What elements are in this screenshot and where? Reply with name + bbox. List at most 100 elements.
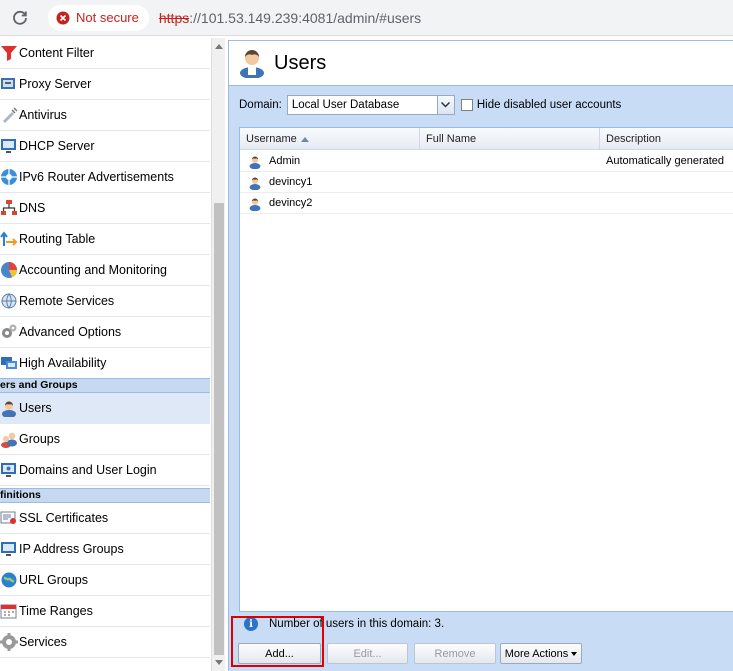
sidebar-item-label: DNS <box>19 201 46 215</box>
sidebar-item-label: IP Address Groups <box>19 542 124 556</box>
sidebar-item-label: Groups <box>19 432 60 446</box>
ip-group-icon <box>0 540 18 558</box>
sidebar-item-accounting-and-monitoring[interactable]: Accounting and Monitoring <box>0 255 210 286</box>
sidebar-item-label: IPv6 Router Advertisements <box>19 170 174 184</box>
remove-button[interactable]: Remove <box>414 643 496 664</box>
sidebar-scrollbar[interactable] <box>211 38 225 671</box>
sidebar-item-label: Users <box>19 401 52 415</box>
column-label-username: Username <box>246 133 297 145</box>
table-row[interactable]: devincy2 <box>240 193 733 214</box>
address-bar[interactable]: Not secure https://101.53.149.239:4081/a… <box>48 4 733 32</box>
warning-icon <box>56 11 70 24</box>
cell-username: devincy2 <box>240 196 420 211</box>
more-actions-button[interactable]: More Actions <box>500 643 582 664</box>
domain-filter-row: Domain: Local User Database Hide disable… <box>239 95 621 115</box>
users-grid: Username Full Name Description Admin Auto… <box>239 127 733 612</box>
column-header-username[interactable]: Username <box>240 128 420 150</box>
user-icon <box>248 154 262 169</box>
section-header-definitions: finitions <box>0 488 210 503</box>
sidebar-item-label: Proxy Server <box>19 77 92 91</box>
sidebar-item-label: Routing Table <box>19 232 96 246</box>
sidebar-item-proxy-server[interactable]: Proxy Server <box>0 69 210 100</box>
sidebar-item-routing-table[interactable]: Routing Table <box>0 224 210 255</box>
sidebar-item-label: Advanced Options <box>19 325 122 339</box>
users-title-icon <box>240 50 264 78</box>
edit-button[interactable]: Edit... <box>327 643 408 664</box>
user-icon <box>248 175 262 190</box>
routing-arrows-icon <box>0 230 18 248</box>
column-label-description: Description <box>606 133 662 145</box>
domain-label: Domain: <box>239 99 282 111</box>
table-row[interactable]: Admin Automatically generated <box>240 151 733 172</box>
sidebar-item-label: SSL Certificates <box>19 511 109 525</box>
sidebar-item-label: Content Filter <box>19 46 95 60</box>
hide-disabled-checkbox[interactable] <box>460 99 473 111</box>
domain-login-icon <box>0 461 18 479</box>
scroll-down-arrow-icon[interactable] <box>215 660 223 665</box>
sidebar-item-antivirus[interactable]: Antivirus <box>0 100 210 131</box>
domain-select[interactable]: Local User Database <box>286 95 455 115</box>
page-title: Users <box>274 51 327 74</box>
username-text: devincy1 <box>269 176 313 188</box>
user-icon <box>248 196 262 211</box>
sidebar-item-ipv6-router-advertisements[interactable]: IPv6 Router Advertisements <box>0 162 210 193</box>
info-row: i Number of users in this domain: 3. <box>244 617 444 631</box>
sidebar-item-advanced-options[interactable]: Advanced Options <box>0 317 210 348</box>
url-text: https://101.53.149.239:4081/admin/#users <box>159 10 421 26</box>
servers-icon <box>0 354 18 372</box>
dns-tree-icon <box>0 199 18 217</box>
cell-description: Automatically generated <box>606 155 725 167</box>
add-button[interactable]: Add... <box>238 643 321 664</box>
syringe-icon <box>0 106 18 124</box>
user-icon <box>0 399 18 417</box>
hide-disabled-label: Hide disabled user accounts <box>476 99 622 111</box>
security-chip[interactable]: Not secure <box>48 4 149 31</box>
sidebar-item-high-availability[interactable]: High Availability <box>0 348 210 379</box>
sidebar-item-label: URL Groups <box>19 573 89 587</box>
monitor-icon <box>0 137 18 155</box>
sidebar-item-label: Domains and User Login <box>19 463 157 477</box>
sidebar-item-label: DHCP Server <box>19 139 95 153</box>
sidebar-item-ssl-certificates[interactable]: SSL Certificates <box>0 503 210 534</box>
sidebar-item-ip-address-groups[interactable]: IP Address Groups <box>0 534 210 565</box>
sidebar-item-services[interactable]: Services <box>0 627 210 658</box>
certificate-icon <box>0 509 18 527</box>
security-label: Not secure <box>76 10 139 25</box>
title-bar: Users <box>229 41 733 86</box>
sidebar-item-groups[interactable]: Groups <box>0 424 210 455</box>
url-globe-icon <box>0 571 18 589</box>
sidebar-item-label: Antivirus <box>19 108 67 122</box>
scroll-thumb[interactable] <box>214 203 224 655</box>
main-panel: Users Domain: Local User Database Hide d… <box>228 40 733 671</box>
sidebar-item-dhcp-server[interactable]: DHCP Server <box>0 131 210 162</box>
username-text: Admin <box>269 155 301 167</box>
sidebar-item-label: Services <box>19 635 67 649</box>
table-row[interactable]: devincy1 <box>240 172 733 193</box>
sidebar-item-time-ranges[interactable]: Time Ranges <box>0 596 210 627</box>
user-count-text: Number of users in this domain: 3. <box>269 618 445 630</box>
reload-icon[interactable] <box>8 6 32 30</box>
sidebar-item-label: Accounting and Monitoring <box>19 263 168 277</box>
sidebar-item-url-groups[interactable]: URL Groups <box>0 565 210 596</box>
section-header-users-and-groups: ers and Groups <box>0 378 210 393</box>
column-header-description[interactable]: Description <box>600 128 733 150</box>
sidebar: Content Filter Proxy Server Antivirus DHCP … <box>0 38 226 671</box>
scroll-up-arrow-icon[interactable] <box>215 44 223 49</box>
sidebar-item-content-filter[interactable]: Content Filter <box>0 38 210 69</box>
sidebar-item-domains-and-user-login[interactable]: Domains and User Login <box>0 455 210 486</box>
pie-chart-icon <box>0 261 18 279</box>
chevron-down-icon[interactable] <box>436 96 454 114</box>
remote-globe-icon <box>0 292 18 310</box>
sort-ascending-icon <box>300 136 309 142</box>
grid-header: Username Full Name Description <box>240 128 733 150</box>
proxy-icon <box>0 75 18 93</box>
column-label-full-name: Full Name <box>426 133 477 145</box>
gears-icon <box>0 323 18 341</box>
column-header-full-name[interactable]: Full Name <box>420 128 600 150</box>
sidebar-item-dns[interactable]: DNS <box>0 193 210 224</box>
username-text: devincy2 <box>269 197 313 209</box>
sidebar-item-users[interactable]: Users <box>0 393 210 424</box>
calendar-icon <box>0 602 18 620</box>
url-rest: ://101.53.149.239:4081/admin/#users <box>189 9 422 26</box>
sidebar-item-remote-services[interactable]: Remote Services <box>0 286 210 317</box>
